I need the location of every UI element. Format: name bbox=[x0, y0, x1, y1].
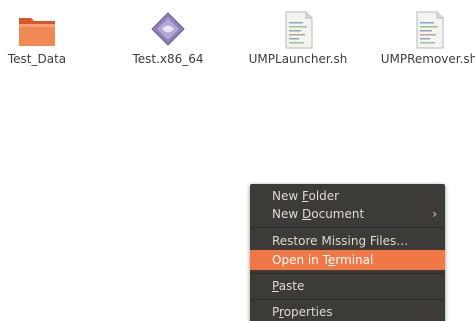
file-label: UMPLauncher.sh bbox=[248, 52, 348, 66]
menu-separator bbox=[250, 273, 445, 274]
file-test-data[interactable]: Test_Data bbox=[0, 8, 92, 70]
menu-item-restore-missing-files[interactable]: Restore Missing Files… bbox=[250, 231, 445, 251]
menu-mnemonic: D bbox=[302, 207, 312, 221]
menu-separator bbox=[250, 299, 445, 300]
file-test-x86-64[interactable]: Test.x86_64 bbox=[113, 8, 223, 70]
context-menu: New Folder New Document › Restore Missin… bbox=[250, 184, 445, 321]
menu-mnemonic: P bbox=[272, 279, 279, 293]
folder-icon bbox=[19, 18, 55, 46]
menu-item-open-in-terminal[interactable]: Open in Terminal bbox=[250, 250, 445, 270]
menu-item-properties[interactable]: Properties bbox=[250, 302, 445, 321]
file-umplauncher-sh[interactable]: UMPLauncher.sh bbox=[243, 8, 353, 70]
script-file-icon bbox=[285, 11, 313, 49]
menu-label: Open in T bbox=[272, 253, 328, 267]
menu-label: New bbox=[272, 207, 302, 221]
file-label: Test.x86_64 bbox=[132, 52, 204, 66]
menu-item-new-folder[interactable]: New Folder bbox=[250, 186, 445, 206]
menu-label: P bbox=[272, 305, 280, 319]
menu-label: aste bbox=[278, 279, 305, 293]
menu-label: operties bbox=[283, 305, 333, 319]
executable-icon bbox=[151, 12, 185, 46]
chevron-right-icon: › bbox=[432, 207, 437, 221]
menu-label: New bbox=[272, 189, 302, 203]
menu-label: older bbox=[308, 189, 340, 203]
menu-label: ocument bbox=[311, 207, 365, 221]
menu-item-new-document[interactable]: New Document › bbox=[250, 204, 445, 224]
desktop[interactable]: Test_Data Test.x86_64 UMPLauncher.sh UMP… bbox=[0, 0, 475, 321]
menu-separator bbox=[250, 227, 445, 228]
menu-label: rminal bbox=[335, 253, 374, 267]
menu-label: Restore Missing Files… bbox=[272, 234, 409, 248]
file-label: Test_Data bbox=[7, 52, 67, 66]
file-umpremover-sh[interactable]: UMPRemover.sh bbox=[374, 8, 475, 70]
menu-item-paste[interactable]: Paste bbox=[250, 276, 445, 296]
script-file-icon bbox=[416, 11, 444, 49]
file-label: UMPRemover.sh bbox=[380, 52, 475, 66]
